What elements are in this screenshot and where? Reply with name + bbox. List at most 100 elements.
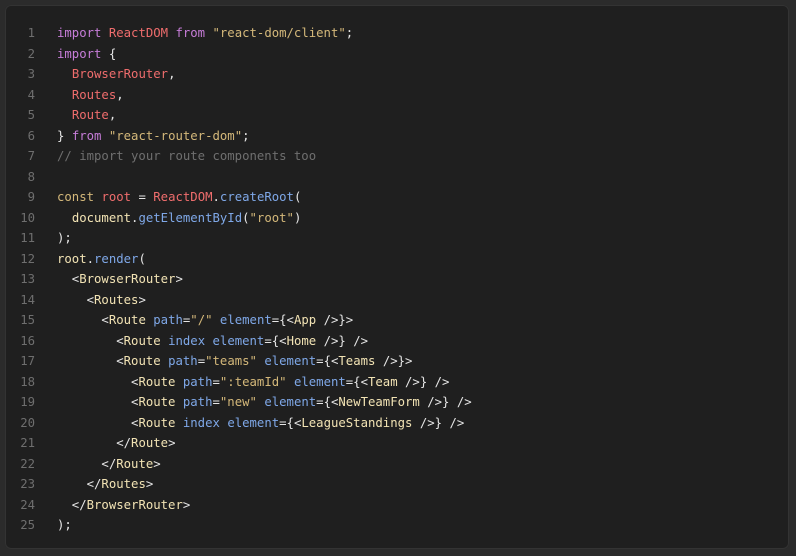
code-token: < [57,272,80,286]
code-token: < [57,292,95,307]
code-line: 13 <BrowserRouter> [5,269,789,290]
code-token: BrowserRouter [79,272,176,286]
code-token: />} /> [316,333,369,348]
code-line: 20 <Route index element={<LeagueStanding… [5,413,789,434]
line-number: 24 [20,497,35,512]
code-line: 17 <Route path="teams" element={<Teams /… [5,351,789,372]
code-token: BrowserRouter [86,497,183,512]
code-token: ={< [316,395,339,409]
line-number: 12 [20,251,35,266]
code-token: </ [57,456,117,471]
code-token: ReactDOM [153,190,213,204]
code-token: , [108,108,117,122]
code-token: element [293,374,346,389]
code-token: getElementById [138,210,243,225]
code-line: 1 import ReactDOM from "react-dom/client"… [5,23,789,44]
code-token: index [168,333,206,348]
code-token: root [101,190,132,204]
code-text: BrowserRouter, [57,64,176,85]
code-line: 19 <Route path="new" element={<NewTeamFo… [5,392,789,413]
code-token: = [131,190,154,204]
code-token: path [153,313,183,327]
code-token: path [182,395,213,409]
code-line: 10 document.getElementById("root") [5,208,789,229]
code-token: < [57,415,139,430]
code-token: ReactDOM [108,26,169,40]
code-line: 24 </BrowserRouter> [5,495,789,516]
code-token: } [57,128,72,143]
code-line: 6} from "react-router-dom"; [5,126,789,147]
code-token: ; [345,26,354,40]
code-token: Teams [338,354,376,368]
code-text: Route, [57,105,116,126]
code-token: Route [123,333,161,348]
code-token: // import your route components too [57,149,317,163]
code-text: <Route index element={<LeagueStandings /… [57,413,464,434]
code-token: > [168,436,176,450]
code-token: ); [57,231,72,245]
code-line: 4 Routes, [5,85,789,106]
line-number: 19 [20,395,35,409]
code-token: from [71,128,102,143]
code-token: ( [138,251,146,266]
code-token: . [86,251,95,266]
code-token: ={< [264,333,287,348]
code-token: < [57,354,124,368]
line-number: 18 [20,374,35,389]
line-number: 10 [20,210,35,225]
line-number: 16 [20,333,35,348]
code-text: <Route index element={<Home />} /> [57,331,368,352]
line-number: 13 [20,272,35,286]
code-line: 11); [5,228,789,249]
code-token: />} /> [397,374,450,389]
code-token: </ [57,436,132,450]
code-text: </Routes> [57,474,154,495]
code-token: = [212,374,220,389]
code-token: ; [242,128,250,143]
code-token: />}> [375,354,413,368]
line-number: 4 [27,87,35,102]
code-token: > [182,497,191,512]
code-text: Routes, [57,85,124,106]
code-token: Route [71,108,109,122]
code-text: } from "react-router-dom"; [57,126,250,147]
code-token: ( [293,190,302,204]
code-token: ":teamId" [219,374,287,389]
code-line: 7 // import your route components too [5,146,789,167]
code-token: "react-dom/client" [212,26,346,40]
code-token: Route [123,354,161,368]
code-text: const root = ReactDOM.createRoot( [57,187,301,208]
code-token: < [57,395,139,409]
code-token: App [293,313,317,327]
code-token: "root" [249,210,294,225]
code-token: ={< [316,354,339,368]
code-line: 8 [5,167,789,188]
code-line: 5 Route, [5,105,789,126]
code-line: 3 BrowserRouter, [5,64,789,85]
code-token: ); [57,518,72,532]
code-text: import ReactDOM from "react-dom/client"; [57,23,353,44]
code-token: Route [138,374,176,389]
code-token: element [212,333,265,348]
code-text: </BrowserRouter> [57,495,190,516]
code-text: ); [57,228,72,249]
line-number: 14 [20,292,35,307]
code-token: element [219,313,272,327]
code-token: "react-router-dom" [108,128,243,143]
code-token: ( [242,210,250,225]
code-line: 23 </Routes> [5,474,789,495]
code-block: 1 import ReactDOM from "react-dom/client"… [5,5,789,549]
code-token: < [57,313,109,327]
code-line: 22 </Route> [5,454,789,475]
code-token: "new" [219,395,257,409]
